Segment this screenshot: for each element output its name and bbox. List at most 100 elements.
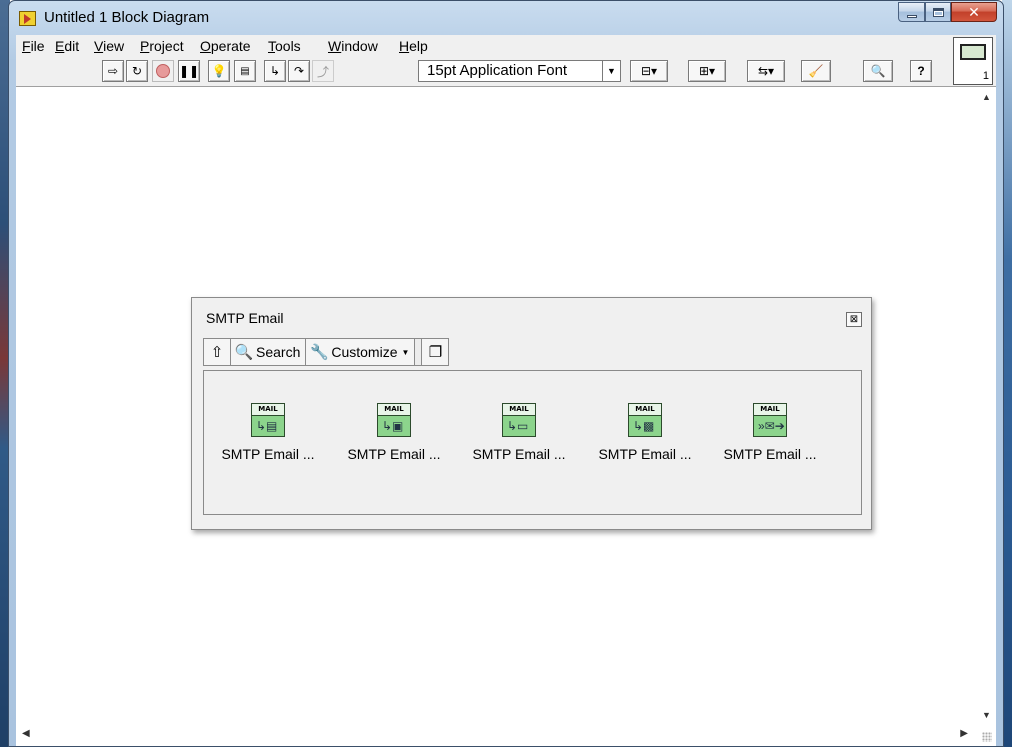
menu-view[interactable]: View <box>94 38 124 54</box>
title-bar[interactable]: Untitled 1 Block Diagram ✕ <box>9 1 1003 35</box>
text-settings-dropdown[interactable]: 15pt Application Font ▼ <box>418 60 621 82</box>
vi-icon-band: MAIL <box>629 404 661 416</box>
chevron-down-icon: ▼ <box>401 347 410 357</box>
run-button[interactable]: ⇨ <box>102 60 124 82</box>
caption-buttons: ✕ <box>898 2 997 22</box>
minimize-button[interactable] <box>898 2 925 22</box>
menu-project-label: roject <box>149 38 184 54</box>
menu-tools[interactable]: Tools <box>268 38 301 54</box>
palette-items-area: MAIL ↳▤ SMTP Email ... MAIL ↳▣ SMTP Email … <box>203 370 862 515</box>
arrow-down-right-icon: ↳▣ <box>382 419 404 433</box>
palette-item-smtp-email-3[interactable]: MAIL ↳▭ SMTP Email ... <box>459 403 579 462</box>
menu-help[interactable]: Help <box>399 38 428 54</box>
vi-icon-band: MAIL <box>378 404 410 416</box>
palette-item-label: SMTP Email ... <box>221 446 315 462</box>
minimize-icon <box>906 14 917 18</box>
palette-item-label: SMTP Email ... <box>598 446 692 462</box>
mail-html-icon: MAIL ↳▣ <box>377 403 411 437</box>
labview-vi-icon[interactable] <box>19 11 36 26</box>
palette-item-label: SMTP Email ... <box>347 446 441 462</box>
vi-instance-number: 1 <box>982 70 989 82</box>
search-button[interactable]: 🔍 <box>863 60 893 82</box>
menu-file-mnemonic: F <box>22 38 31 54</box>
reorder-button[interactable]: ⇆▾ <box>747 60 785 82</box>
palette-search-button[interactable]: 🔍 Search <box>231 339 307 365</box>
arrow-down-right-icon: ↳▤ <box>256 419 278 433</box>
run-arrow-icon: ⇨ <box>107 64 119 78</box>
pause-button[interactable]: ❚❚ <box>178 60 200 82</box>
distribute-objects-icon: ⊞▾ <box>698 64 716 78</box>
step-into-button[interactable]: ↳ <box>264 60 286 82</box>
step-over-icon: ↷ <box>293 64 305 78</box>
menu-file[interactable]: File <box>22 38 45 54</box>
menu-window-label: indow <box>341 38 378 54</box>
vi-icon-band: MAIL <box>754 404 786 416</box>
context-help-button[interactable]: ? <box>910 60 932 82</box>
palette-item-smtp-email-4[interactable]: MAIL ↳▩ SMTP Email ... <box>585 403 705 462</box>
close-button[interactable]: ✕ <box>951 2 997 22</box>
lightbulb-icon: 💡 <box>211 64 227 78</box>
palette-item-label: SMTP Email ... <box>472 446 566 462</box>
wrench-icon: 🔧 <box>310 344 329 361</box>
menu-project[interactable]: Project <box>140 38 184 54</box>
mail-array-icon: MAIL ↳▩ <box>628 403 662 437</box>
menu-operate-mnemonic: O <box>200 38 211 54</box>
chevron-down-icon: ▼ <box>602 61 620 81</box>
vertical-scrollbar[interactable]: ▲ ▼ <box>979 88 996 724</box>
close-icon: ✕ <box>968 3 980 20</box>
palette-restore-button[interactable]: ❐ <box>421 339 449 365</box>
highlight-execution-button[interactable]: 💡 <box>208 60 230 82</box>
vi-icon-band: MAIL <box>503 404 535 416</box>
palette-item-smtp-email-1[interactable]: MAIL ↳▤ SMTP Email ... <box>208 403 328 462</box>
help-icon: ? <box>917 64 925 78</box>
vi-connector-icon[interactable]: 1 <box>953 37 993 85</box>
vi-icon-graphic <box>960 44 986 60</box>
horizontal-scrollbar[interactable]: ◀ ▶ <box>16 724 996 746</box>
align-objects-icon: ⊟▾ <box>640 64 658 78</box>
palette-close-button[interactable]: ⊠ <box>846 312 862 327</box>
menu-operate-label: perate <box>210 38 251 54</box>
pause-icon: ❚❚ <box>178 64 200 78</box>
search-icon: 🔍 <box>870 64 886 78</box>
maximize-icon <box>932 7 944 17</box>
run-continuously-button[interactable]: ↻ <box>126 60 148 82</box>
palette-item-label: SMTP Email ... <box>723 446 817 462</box>
menu-project-mnemonic: P <box>140 38 150 54</box>
palette-item-smtp-email-2[interactable]: MAIL ↳▣ SMTP Email ... <box>334 403 454 462</box>
reorder-icon: ⇆▾ <box>757 64 775 78</box>
menu-help-label: elp <box>409 38 428 54</box>
align-objects-button[interactable]: ⊟▾ <box>630 60 668 82</box>
scroll-down-arrow-icon[interactable]: ▼ <box>982 710 991 720</box>
abort-button[interactable] <box>152 60 174 82</box>
mail-file-icon: MAIL ↳▭ <box>502 403 536 437</box>
mail-send-icon: MAIL »✉➔ <box>753 403 787 437</box>
scroll-right-arrow-icon[interactable]: ▶ <box>960 728 968 739</box>
retain-wire-values-button[interactable]: ▤ <box>234 60 256 82</box>
palette-toolbar: ⇧ 🔍 Search 🔧 Customize ▼ ❐ <box>203 338 450 366</box>
menu-window[interactable]: Window <box>328 38 378 54</box>
menu-tools-mnemonic: T <box>268 38 275 54</box>
search-icon: 🔍 <box>234 344 254 361</box>
palette-item-smtp-email-5[interactable]: MAIL »✉➔ SMTP Email ... <box>710 403 830 462</box>
menu-tools-label: ools <box>275 38 301 54</box>
maximize-button[interactable] <box>925 2 951 22</box>
array-icon: ↳▩ <box>633 419 655 433</box>
menu-view-label: iew <box>103 38 125 54</box>
menu-operate[interactable]: Operate <box>200 38 251 54</box>
clean-up-diagram-button[interactable]: 🧹 <box>801 60 831 82</box>
scroll-up-arrow-icon[interactable]: ▲ <box>982 92 991 102</box>
step-out-icon: ⤴ <box>316 64 329 79</box>
step-out-button[interactable]: ⤴ <box>312 60 334 82</box>
scroll-left-arrow-icon[interactable]: ◀ <box>22 728 30 739</box>
resize-grip[interactable] <box>982 732 992 742</box>
palette-customize-button[interactable]: 🔧 Customize ▼ <box>306 339 416 365</box>
distribute-objects-button[interactable]: ⊞▾ <box>688 60 726 82</box>
menu-edit-label: dit <box>64 38 80 54</box>
step-into-icon: ↳ <box>269 64 281 78</box>
menu-edit-mnemonic: E <box>55 38 65 54</box>
step-over-button[interactable]: ↷ <box>288 60 310 82</box>
menu-view-mnemonic: V <box>94 38 104 54</box>
menu-edit[interactable]: Edit <box>55 38 79 54</box>
palette-up-button[interactable]: ⇧ <box>204 339 231 365</box>
up-arrow-icon: ⇧ <box>210 344 224 361</box>
